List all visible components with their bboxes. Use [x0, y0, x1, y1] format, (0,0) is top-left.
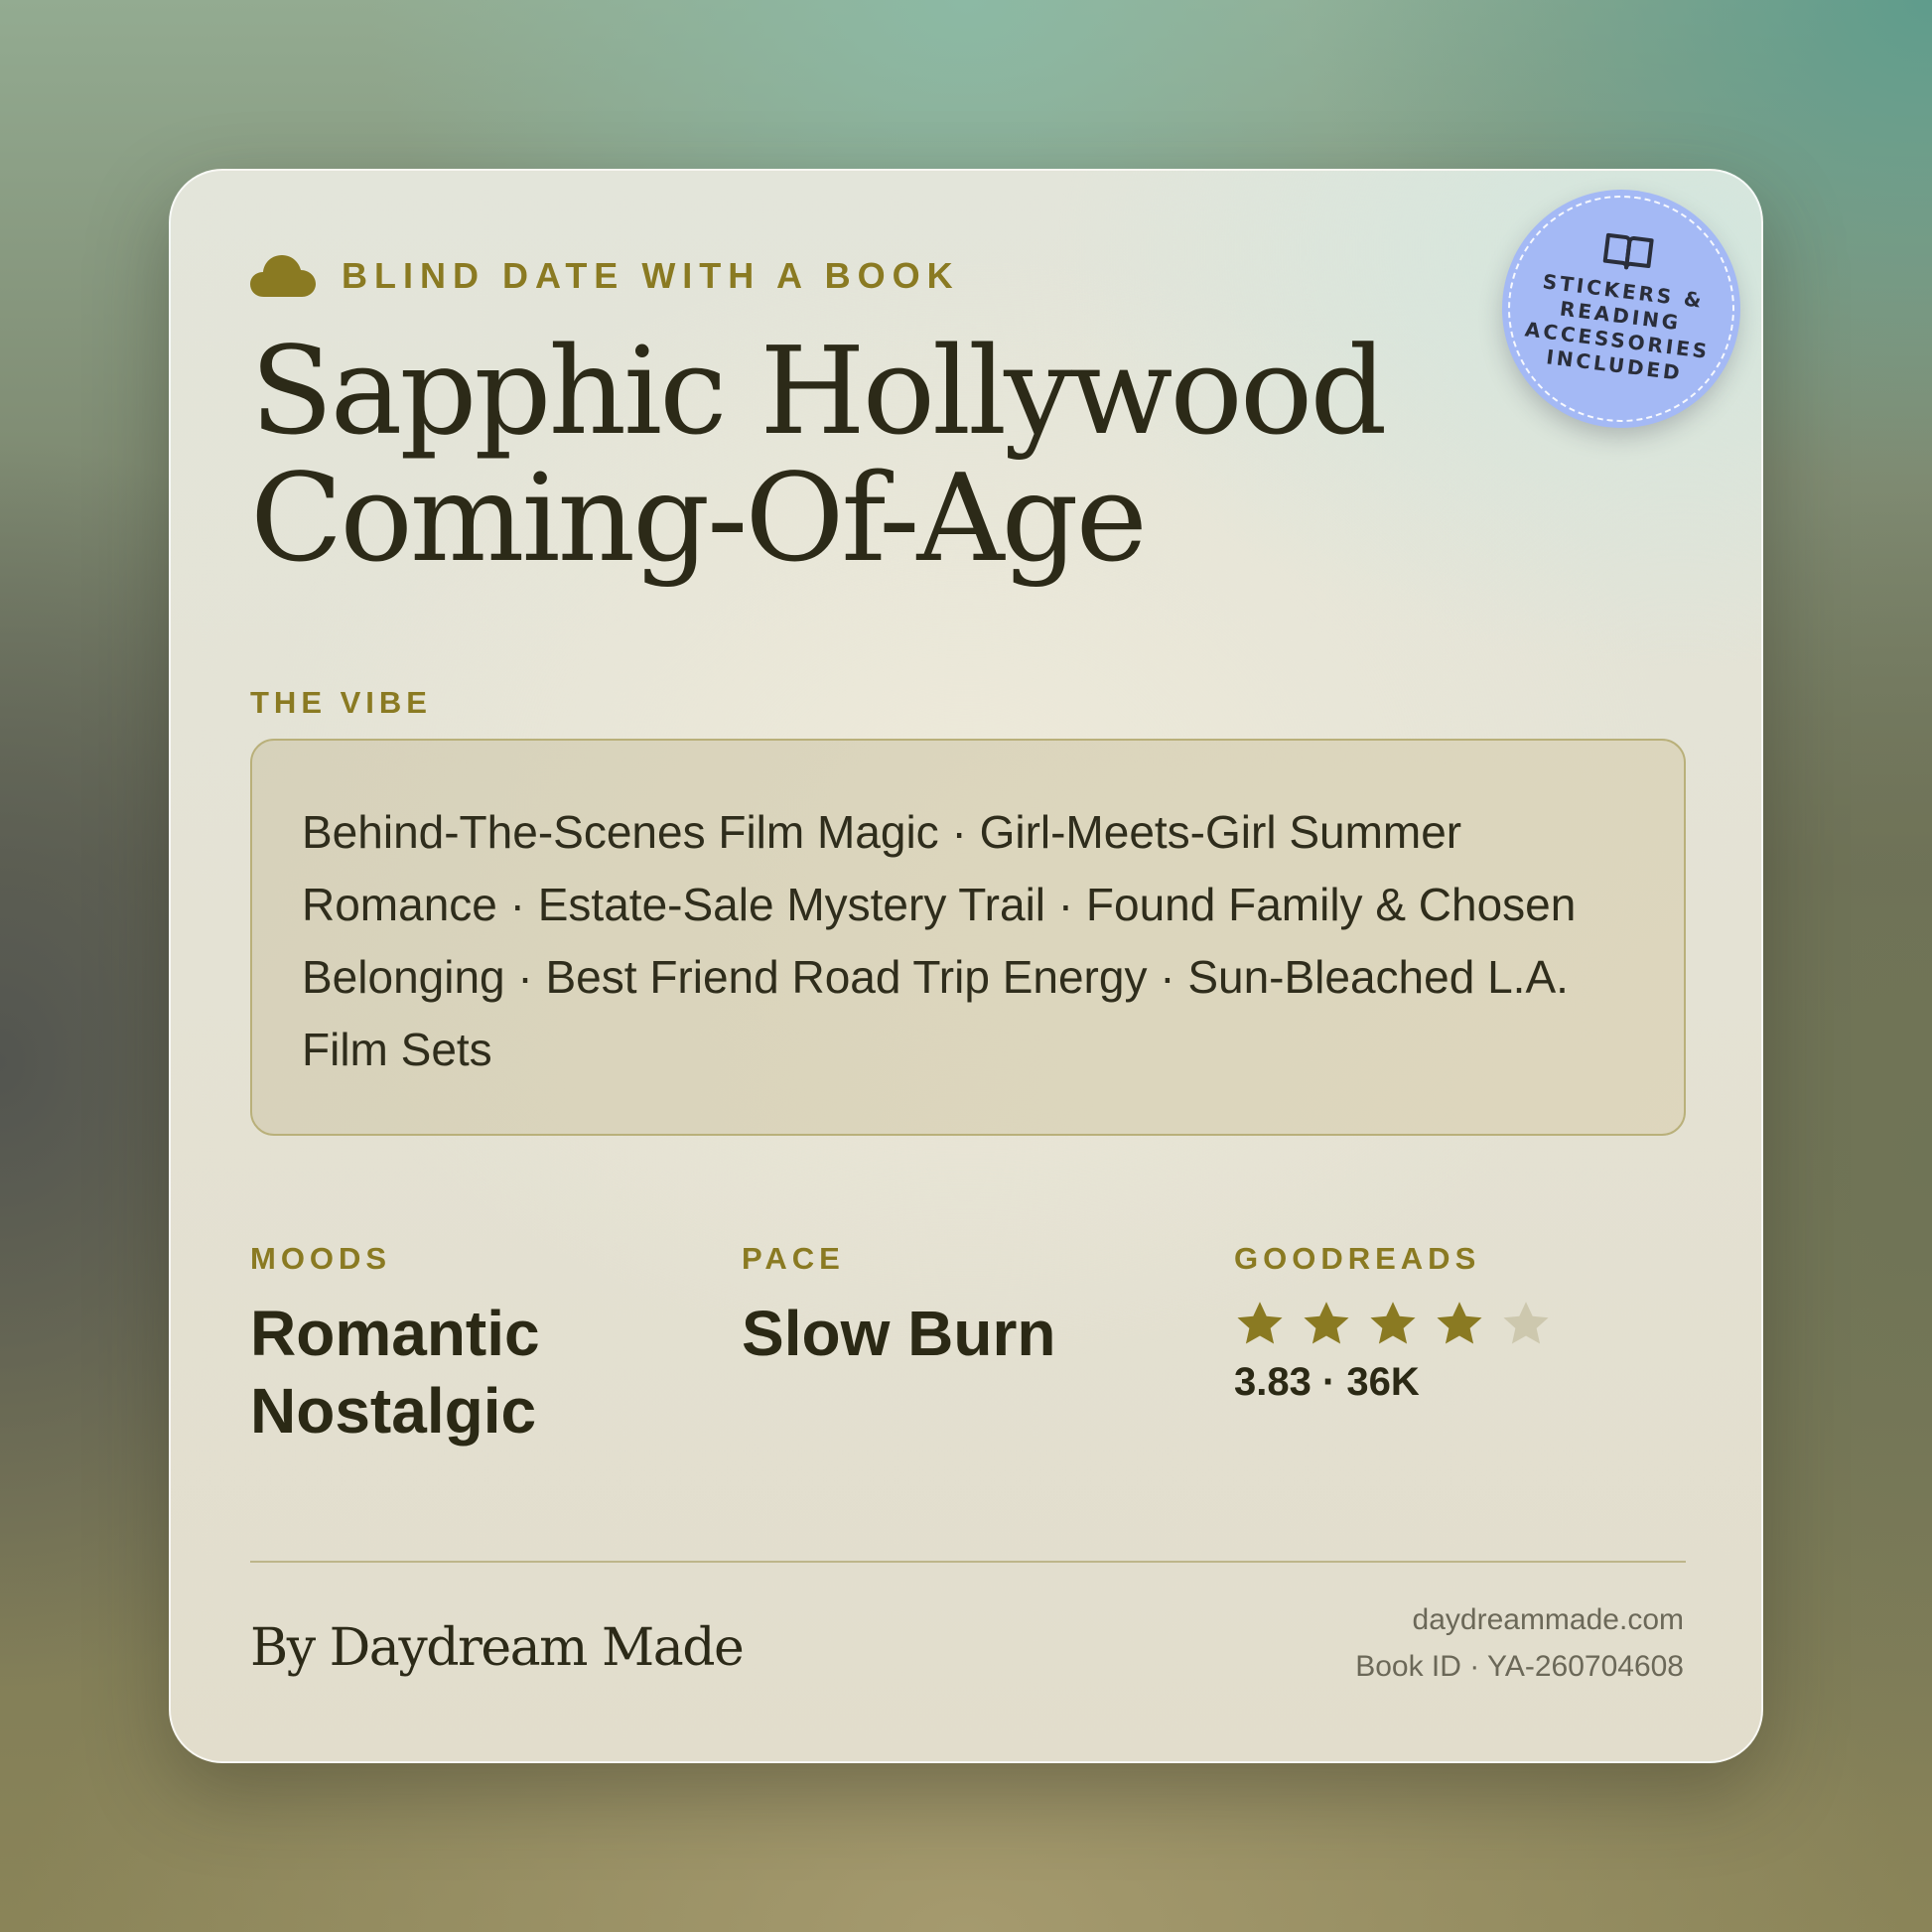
star-filled-icon: [1370, 1302, 1416, 1344]
eyebrow-text: BLIND DATE WITH A BOOK: [342, 255, 960, 296]
book-title: Sapphic Hollywood Coming-Of-Age: [250, 328, 1541, 582]
website-link[interactable]: daydreammade.com: [1355, 1596, 1684, 1643]
mood-2: Nostalgic: [250, 1375, 537, 1447]
star-filled-icon: [1437, 1302, 1482, 1344]
moods-stat: MOODS Romantic Nostalgic: [250, 1241, 540, 1449]
moods-label: MOODS: [250, 1241, 392, 1276]
mood-1: Romantic: [250, 1298, 540, 1369]
footer-info: daydreammade.com Book ID · YA-260704608: [1355, 1596, 1684, 1690]
pace-stat: PACE Slow Burn: [742, 1241, 1055, 1372]
pace-value: Slow Burn: [742, 1298, 1056, 1369]
pace-label: PACE: [742, 1241, 845, 1276]
star-filled-icon: [1304, 1302, 1349, 1344]
cloud-icon: [250, 255, 316, 297]
moods-value: Romantic Nostalgic: [250, 1295, 540, 1449]
goodreads-stat: GOODREADS 3.83 · 36K: [1234, 1241, 1567, 1405]
star-filled-icon: [1237, 1302, 1283, 1344]
rating-text: 3.83 · 36K: [1234, 1360, 1420, 1404]
eyebrow: BLIND DATE WITH A BOOK: [250, 248, 960, 304]
vibe-text: Behind-The-Scenes Film Magic · Girl-Meet…: [302, 806, 1577, 1075]
footer-divider: [250, 1561, 1686, 1563]
badge-text: STICKERS & READING ACCESSORIES INCLUDED: [1523, 269, 1712, 385]
star-empty-icon: [1503, 1302, 1549, 1344]
vibe-label: THE VIBE: [250, 685, 432, 720]
title-line-1: Sapphic Hollywood: [250, 321, 1387, 462]
star-rating: [1234, 1299, 1567, 1350]
vibe-box: Behind-The-Scenes Film Magic · Girl-Meet…: [250, 739, 1686, 1136]
open-book-icon: [1602, 232, 1654, 270]
book-card: BLIND DATE WITH A BOOK Sapphic Hollywood…: [169, 169, 1763, 1763]
book-id: Book ID · YA-260704608: [1355, 1650, 1684, 1683]
title-line-2: Coming-Of-Age: [250, 448, 1148, 589]
goodreads-label: GOODREADS: [1234, 1241, 1481, 1276]
brand-name: By Daydream Made: [250, 1618, 745, 1678]
